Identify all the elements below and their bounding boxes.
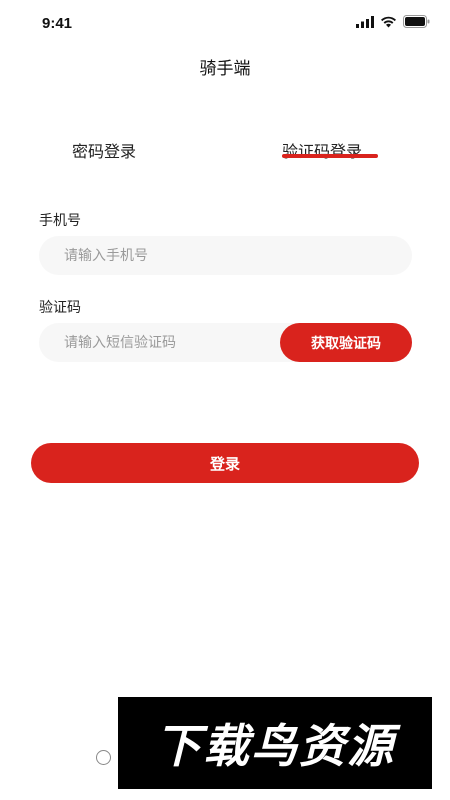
tab-password-login[interactable]: 密码登录 [72,138,136,162]
watermark-banner: 下载鸟资源 [118,697,432,789]
code-label: 验证码 [39,300,81,316]
wifi-icon [381,16,396,27]
status-icons [356,15,430,28]
status-bar: 9:41 [0,0,450,44]
agreement-radio[interactable] [96,750,111,765]
status-time: 9:41 [42,15,73,32]
battery-icon [403,15,430,28]
phone-input[interactable] [39,236,412,275]
page-title: 骑手端 [199,59,251,79]
active-tab-indicator [282,154,378,158]
watermark-text: 下载鸟资源 [155,719,395,773]
login-button[interactable]: 登录 [31,443,419,483]
phone-label: 手机号 [39,213,81,229]
signal-icon [356,15,374,28]
get-code-button[interactable]: 获取验证码 [280,323,412,362]
tab-code-login[interactable]: 验证码登录 [282,138,362,162]
